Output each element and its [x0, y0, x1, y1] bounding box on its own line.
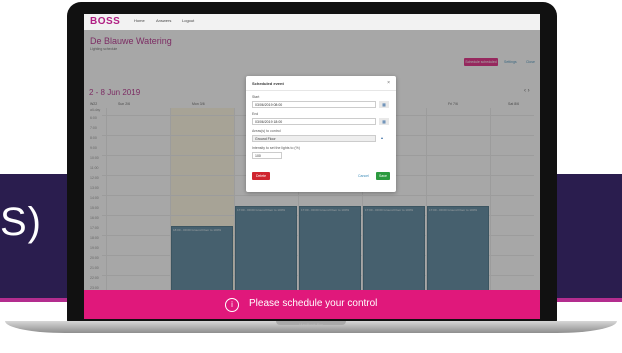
cancel-button[interactable]: Cancel — [358, 174, 369, 178]
divider — [246, 90, 396, 91]
chevron-down-icon[interactable]: ▴ — [381, 135, 383, 140]
app-logo[interactable]: BOSS — [90, 16, 120, 27]
calendar-icon[interactable]: ▦ — [379, 101, 389, 108]
dialog-title: Scheduled event — [252, 81, 284, 86]
save-button[interactable]: Save — [376, 172, 390, 180]
banner-text: Please schedule your control — [249, 298, 378, 309]
background-side-text: S) — [0, 200, 42, 244]
intensity-field[interactable]: 100 — [252, 152, 282, 159]
laptop-screen: BOSS Home Answers Logout De Blauwe Water… — [84, 14, 540, 319]
laptop-brand: MacBook Pro — [298, 322, 323, 327]
info-icon: i — [225, 298, 239, 312]
intensity-label: Intensity to set the lights to (%) — [252, 146, 300, 150]
area-select[interactable]: Ground Floor — [252, 135, 376, 142]
nav-home[interactable]: Home — [134, 18, 145, 23]
nav-answers[interactable]: Answers — [156, 18, 171, 23]
scheduled-event-dialog: Scheduled event × Start 03/06/2019 08:00… — [246, 76, 396, 192]
close-icon[interactable]: × — [387, 80, 390, 86]
app-topbar: BOSS Home Answers Logout — [84, 14, 540, 31]
calendar-icon[interactable]: ▦ — [379, 118, 389, 125]
start-field[interactable]: 03/06/2019 08:00 — [252, 101, 376, 108]
end-field[interactable]: 03/06/2019 18:00 — [252, 118, 376, 125]
notification-banner: i Please schedule your control — [84, 290, 540, 319]
nav-logout[interactable]: Logout — [182, 18, 194, 23]
end-label: End — [252, 112, 259, 116]
delete-button[interactable]: Delete — [252, 172, 270, 180]
area-label: Areas(s) to control — [252, 129, 281, 133]
start-label: Start — [252, 95, 260, 99]
